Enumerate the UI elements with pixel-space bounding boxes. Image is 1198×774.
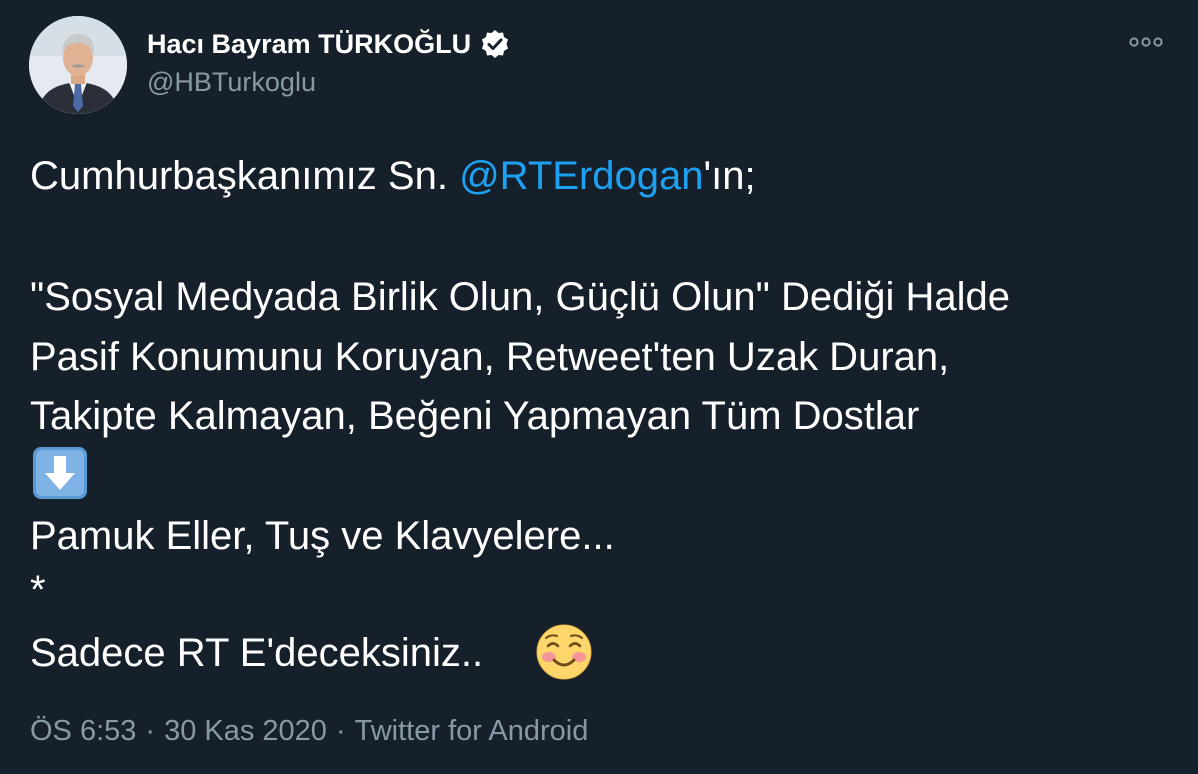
- tweet-line-1: Cumhurbaşkanımız Sn. @RTErdogan'ın;: [30, 156, 1170, 196]
- profile-photo-icon: [29, 16, 127, 114]
- tweet-meta: ÖS 6:53 · 30 Kas 2020 · Twitter for Andr…: [30, 715, 588, 748]
- smiling-blushing-emoji-icon: [536, 624, 592, 680]
- tweet-source[interactable]: Twitter for Android: [355, 715, 589, 748]
- mention-link[interactable]: @RTErdogan: [459, 154, 703, 198]
- author-display-name[interactable]: Hacı Bayram TÜRKOĞLU: [147, 29, 471, 60]
- tweet-date[interactable]: 30 Kas 2020: [164, 715, 327, 748]
- down-arrow-emoji-icon: [32, 446, 88, 500]
- more-options-button[interactable]: [1126, 28, 1166, 56]
- author-handle[interactable]: @HBTurkoglu: [147, 67, 316, 98]
- author-name-row: Hacı Bayram TÜRKOĞLU: [147, 26, 511, 62]
- tweet-line-2: "Sosyal Medyada Birlik Olun, Güçlü Olun"…: [30, 275, 1010, 319]
- verified-badge-icon: [482, 30, 509, 58]
- tweet-card: Hacı Bayram TÜRKOĞLU @HBTurkoglu Cumhurb…: [0, 0, 1198, 774]
- tweet-text: Cumhurbaşkanımız Sn.: [30, 154, 460, 198]
- more-options-icon: [1129, 37, 1163, 47]
- tweet-time[interactable]: ÖS 6:53: [30, 715, 136, 748]
- meta-separator: ·: [335, 715, 346, 747]
- tweet-text: 'ın;: [703, 154, 756, 198]
- tweet-line-6: Pamuk Eller, Tuş ve Klavyelere...: [30, 514, 615, 558]
- avatar[interactable]: [29, 16, 127, 114]
- tweet-line-4: Takipte Kalmayan, Beğeni Yapmayan Tüm Do…: [30, 394, 920, 438]
- tweet-line-7: *: [30, 568, 46, 612]
- tweet-line-8: Sadece RT E'deceksiniz..: [30, 631, 484, 675]
- tweet-line-3: Pasif Konumunu Koruyan, Retweet'ten Uzak…: [30, 335, 950, 379]
- meta-separator: ·: [145, 715, 156, 747]
